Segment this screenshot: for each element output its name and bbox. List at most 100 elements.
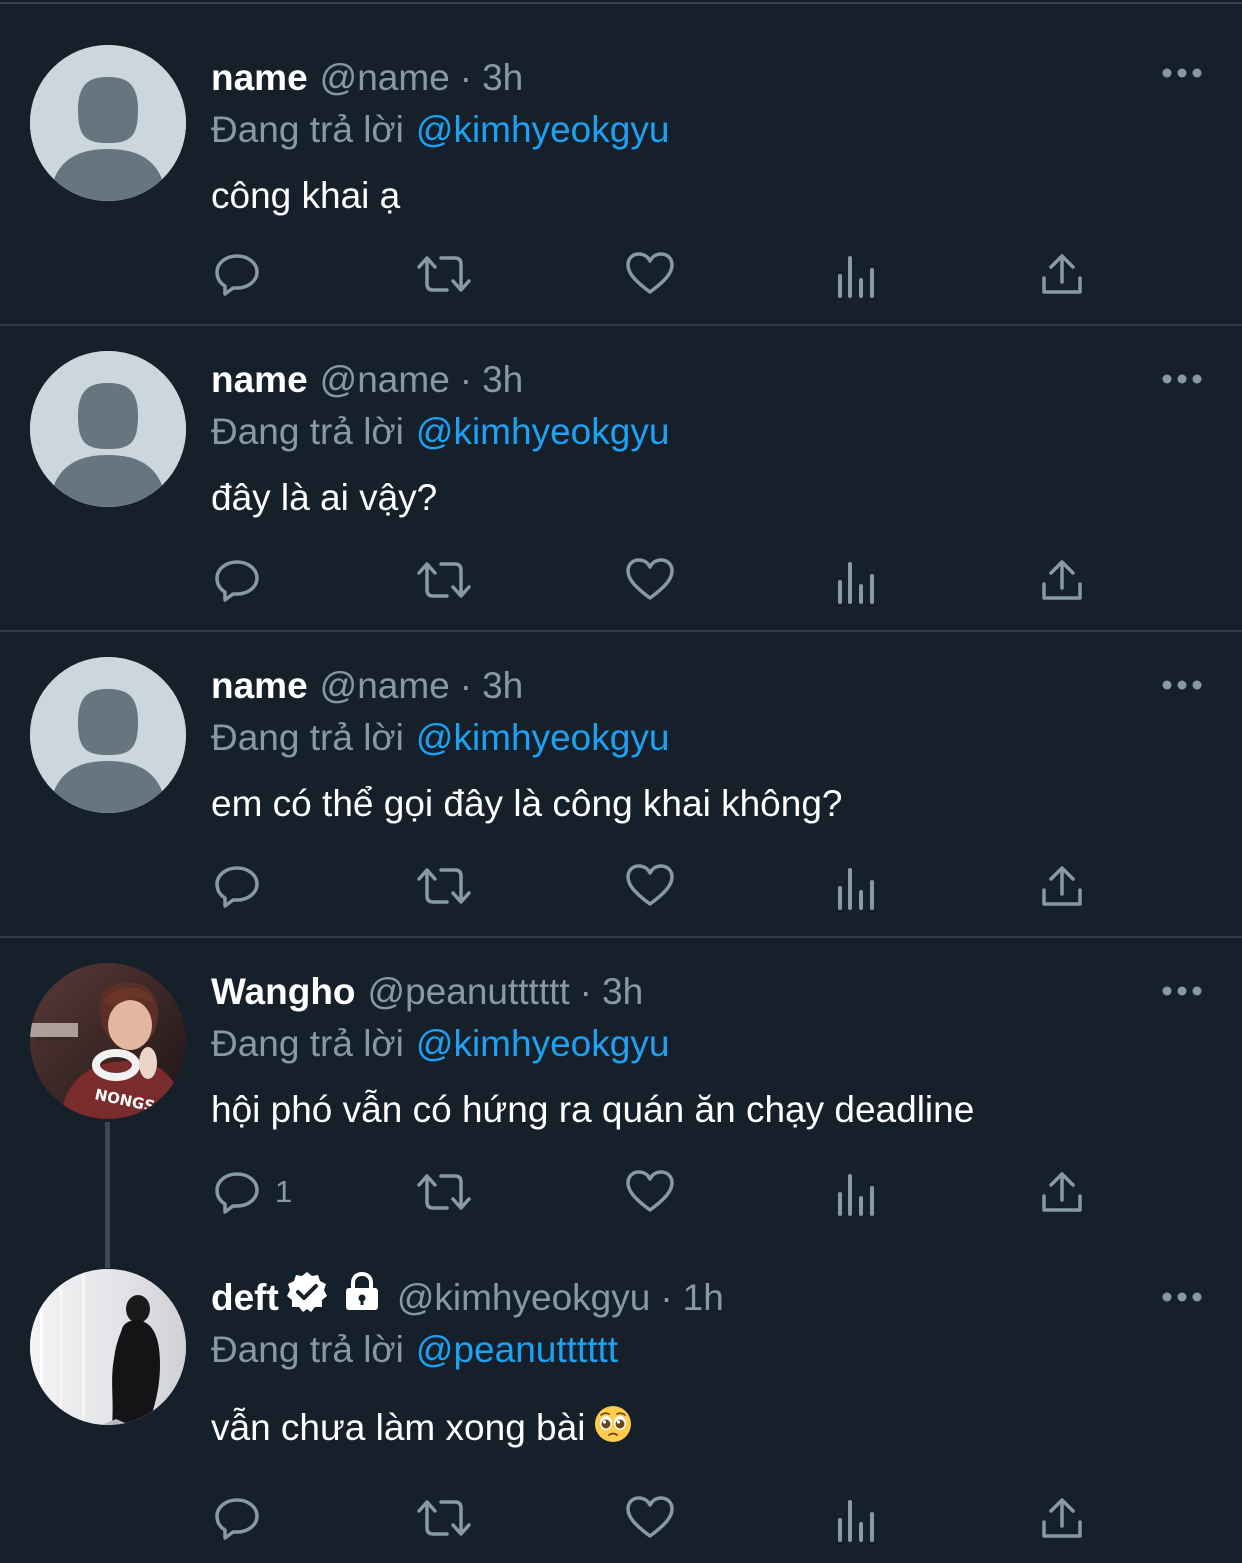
- like-icon: [626, 252, 674, 294]
- tweet-item[interactable]: NONGSHI Wangho @peanutttttt · 3h Đang tr…: [0, 938, 1242, 1244]
- user-handle[interactable]: @name: [320, 662, 450, 710]
- default-avatar-icon[interactable]: [30, 45, 186, 201]
- tweet-actions: [211, 860, 1111, 912]
- tweet-actions: [211, 248, 1111, 300]
- user-handle[interactable]: @kimhyeokgyu: [397, 1274, 651, 1322]
- retweet-button[interactable]: [415, 1166, 473, 1218]
- tweet-text: hội phó vẫn có hứng ra quán ăn chạy dead…: [211, 1089, 975, 1130]
- views-icon: [838, 868, 874, 910]
- display-name[interactable]: name: [211, 662, 308, 710]
- separator-dot: ·: [459, 359, 473, 400]
- more-icon[interactable]: [1162, 63, 1202, 83]
- share-button[interactable]: [1040, 248, 1084, 300]
- retweet-button[interactable]: [415, 860, 473, 912]
- user-handle[interactable]: @name: [320, 356, 450, 404]
- display-name[interactable]: deft: [211, 1274, 279, 1322]
- tweet-item[interactable]: name @name · 3h Đang trả lời @kimhyeokgyu…: [0, 632, 1242, 938]
- reply-button[interactable]: [213, 860, 261, 912]
- share-button[interactable]: [1040, 554, 1084, 606]
- tweet-header: Wangho @peanutttttt · 3h: [211, 968, 643, 1016]
- separator-dot: ·: [459, 57, 473, 98]
- timestamp[interactable]: 3h: [602, 968, 643, 1016]
- more-icon[interactable]: [1162, 1287, 1202, 1307]
- reply-icon: [215, 866, 259, 908]
- default-avatar-icon[interactable]: [30, 351, 186, 507]
- views-icon: [838, 1500, 874, 1542]
- views-icon: [838, 562, 874, 604]
- reply-icon: [215, 254, 259, 296]
- share-button[interactable]: [1040, 1492, 1084, 1544]
- tweet-text: công khai ạ: [211, 175, 401, 216]
- reply-button[interactable]: [213, 1492, 261, 1544]
- reply-button[interactable]: [213, 248, 261, 300]
- like-icon: [626, 558, 674, 600]
- tweet-item[interactable]: deft @kimhyeokgyu · 1h Đang trả lời @pean…: [0, 1244, 1242, 1563]
- reply-button[interactable]: 1: [213, 1166, 292, 1218]
- more-icon[interactable]: [1162, 981, 1202, 1001]
- tweet-actions: [211, 554, 1111, 606]
- tweet-text-wrapper: vẫn chưa làm xong bài: [211, 1404, 633, 1456]
- like-icon: [626, 1170, 674, 1212]
- reply-button[interactable]: [213, 554, 261, 606]
- reply-context: Đang trả lời @kimhyeokgyu: [211, 1020, 669, 1068]
- views-button[interactable]: [835, 554, 877, 606]
- reply-prefix: Đang trả lời: [211, 109, 404, 150]
- like-button[interactable]: [625, 248, 675, 300]
- reply-count: 1: [275, 1174, 293, 1209]
- share-icon: [1042, 1498, 1082, 1538]
- verified-badge-icon: [285, 1270, 329, 1326]
- timestamp[interactable]: 3h: [482, 54, 523, 102]
- share-icon: [1042, 254, 1082, 294]
- retweet-icon: [417, 256, 471, 292]
- views-button[interactable]: [835, 860, 877, 912]
- retweet-icon: [417, 1500, 471, 1536]
- reply-mention-link[interactable]: @kimhyeokgyu: [416, 109, 670, 150]
- like-button[interactable]: [625, 554, 675, 606]
- separator-dot: ·: [660, 1277, 673, 1318]
- timestamp[interactable]: 1h: [683, 1274, 724, 1322]
- retweet-icon: [417, 562, 471, 598]
- retweet-button[interactable]: [415, 554, 473, 606]
- lock-icon: [343, 1271, 381, 1324]
- tweet-header: name @name · 3h: [211, 54, 523, 102]
- share-button[interactable]: [1040, 1166, 1084, 1218]
- timestamp[interactable]: 3h: [482, 662, 523, 710]
- like-button[interactable]: [625, 860, 675, 912]
- tweet-text: vẫn chưa làm xong bài: [211, 1407, 586, 1448]
- user-photo-avatar[interactable]: NONGSHI: [30, 963, 186, 1119]
- separator-dot: ·: [579, 971, 592, 1012]
- like-button[interactable]: [625, 1166, 675, 1218]
- retweet-button[interactable]: [415, 1492, 473, 1544]
- default-avatar-icon[interactable]: [30, 657, 186, 813]
- user-handle[interactable]: @peanutttttt: [368, 968, 570, 1016]
- tweet-actions: 1: [211, 1166, 1111, 1218]
- more-icon[interactable]: [1162, 369, 1202, 389]
- reply-prefix: Đang trả lời: [211, 1329, 404, 1370]
- reply-mention-link[interactable]: @peanutttttt: [416, 1329, 618, 1370]
- reply-mention-link[interactable]: @kimhyeokgyu: [416, 717, 670, 758]
- tweet-header: name @name · 3h: [211, 356, 523, 404]
- tweet-header: deft @kimhyeokgyu · 1h: [211, 1271, 724, 1324]
- like-button[interactable]: [625, 1492, 675, 1544]
- reply-context: Đang trả lời @kimhyeokgyu: [211, 714, 669, 762]
- tweet-item[interactable]: name @name · 3h Đang trả lời @kimhyeokgyu…: [0, 326, 1242, 632]
- like-icon: [626, 1496, 674, 1538]
- timestamp[interactable]: 3h: [482, 356, 523, 404]
- user-handle[interactable]: @name: [320, 54, 450, 102]
- display-name[interactable]: Wangho: [211, 968, 356, 1016]
- more-icon[interactable]: [1162, 675, 1202, 695]
- user-photo-avatar[interactable]: [30, 1269, 186, 1425]
- reply-mention-link[interactable]: @kimhyeokgyu: [416, 1023, 670, 1064]
- display-name[interactable]: name: [211, 356, 308, 404]
- share-button[interactable]: [1040, 860, 1084, 912]
- display-name[interactable]: name: [211, 54, 308, 102]
- share-icon: [1042, 1172, 1082, 1212]
- tweet-text: em có thể gọi đây là công khai không?: [211, 783, 843, 824]
- pleading-face-emoji: [593, 1404, 633, 1456]
- retweet-button[interactable]: [415, 248, 473, 300]
- tweet-item[interactable]: name @name · 3h Đang trả lời @kimhyeokgyu…: [0, 4, 1242, 326]
- views-button[interactable]: [835, 1166, 877, 1218]
- views-button[interactable]: [835, 1492, 877, 1544]
- reply-mention-link[interactable]: @kimhyeokgyu: [416, 411, 670, 452]
- views-button[interactable]: [835, 248, 877, 300]
